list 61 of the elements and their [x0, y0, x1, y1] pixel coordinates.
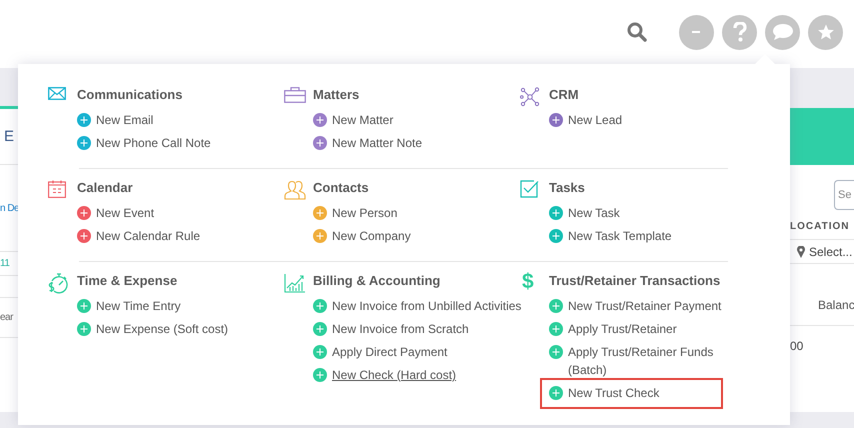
section-title: Trust/Retainer Transactions [549, 272, 720, 290]
menu-item[interactable]: New Task [549, 202, 620, 225]
section-title: Matters [313, 86, 360, 104]
menu-item[interactable]: New Check (Hard cost) [313, 364, 456, 387]
menu-item[interactable]: New Invoice from Unbilled Activities [313, 295, 522, 318]
network-icon [520, 87, 540, 107]
location-select[interactable]: Select... [809, 244, 852, 258]
question-mark-icon [732, 22, 746, 42]
section-title: Contacts [313, 179, 369, 197]
contacts-icon [284, 180, 306, 200]
section-title: Tasks [549, 179, 585, 197]
menu-item[interactable]: New Invoice from Scratch [313, 318, 469, 341]
menu-item[interactable]: New Lead [549, 109, 622, 132]
menu-item[interactable]: Apply Trust/Retainer Funds (Batch) [549, 341, 728, 382]
briefcase-icon [284, 87, 306, 103]
page-heading: E [4, 128, 14, 145]
chart-icon [284, 273, 306, 293]
calendar-icon [48, 180, 66, 198]
dollar-icon: $ [520, 273, 534, 293]
toolbar-band [0, 68, 18, 106]
menu-item[interactable]: New Expense (Soft cost) [77, 318, 228, 341]
menu-item[interactable]: New Event [77, 202, 154, 225]
chat-button[interactable] [765, 14, 800, 50]
menu-item[interactable]: New Calendar Rule [77, 225, 200, 248]
menu-item[interactable]: New Matter Note [313, 132, 422, 155]
menu-item[interactable]: New Trust/Retainer Payment [549, 295, 722, 318]
banner [790, 108, 854, 165]
column-header: LOCATION [790, 220, 850, 232]
menu-item[interactable]: New Trust Check [544, 382, 720, 405]
section-title: Time & Expense [77, 272, 178, 290]
menu-item[interactable]: New Company [313, 225, 411, 248]
minus-button[interactable] [679, 14, 714, 50]
menu-item[interactable]: New Task Template [549, 225, 672, 248]
location-pin-icon [797, 246, 805, 258]
table-header: ear [0, 312, 13, 323]
menu-item[interactable]: New Phone Call Note [77, 132, 211, 155]
menu-item[interactable]: New Time Entry [77, 295, 181, 318]
stopwatch-icon [48, 273, 68, 294]
column-header: Balanc [818, 298, 854, 312]
speech-bubble-icon [772, 23, 794, 41]
section-title: Communications [77, 86, 182, 104]
menu-item[interactable]: Apply Trust/Retainer [549, 318, 677, 341]
menu-item[interactable]: New Matter [313, 109, 394, 132]
checkbox-icon [520, 180, 539, 198]
table-cell: 00 [790, 339, 804, 353]
menu-item[interactable]: Apply Direct Payment [313, 341, 448, 364]
toolbar-band [790, 68, 854, 108]
tab-underline [0, 106, 18, 109]
search-icon[interactable] [627, 22, 647, 42]
section-title: Calendar [77, 179, 133, 197]
help-button[interactable] [722, 14, 757, 50]
minus-icon [692, 30, 702, 34]
envelope-icon [48, 87, 66, 100]
section-title: CRM [549, 86, 579, 104]
favorites-button[interactable] [808, 14, 843, 50]
search-field[interactable]: Se [834, 180, 854, 210]
menu-item[interactable]: New Person [313, 202, 398, 225]
menu-item[interactable]: New Email [77, 109, 154, 132]
section-title: Billing & Accounting [313, 272, 440, 290]
table-cell: 11 [0, 258, 10, 269]
star-icon [816, 23, 834, 41]
